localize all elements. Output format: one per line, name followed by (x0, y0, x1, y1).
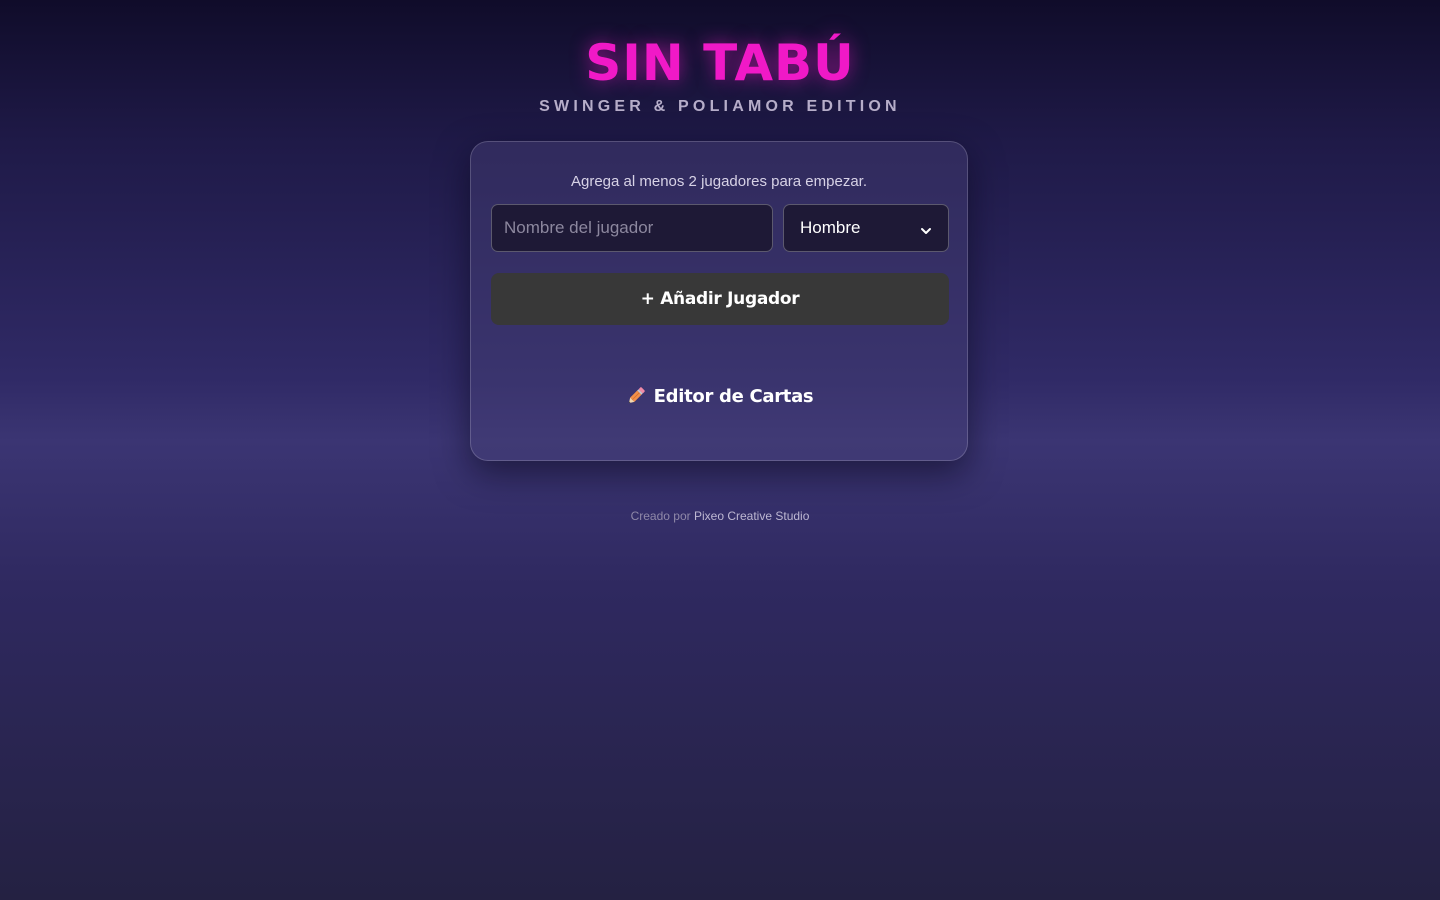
app-subtitle: SWINGER & POLIAMOR EDITION (539, 98, 901, 115)
studio-link[interactable]: Pixeo Creative Studio (694, 509, 809, 523)
player-name-input[interactable] (491, 204, 773, 252)
footer: Creado por Pixeo Creative Studio (0, 507, 1440, 525)
app-title: SIN TABÚ (585, 34, 855, 92)
card-editor-link[interactable]: Editor de Cartas (471, 381, 967, 411)
gender-select[interactable]: Hombre (783, 204, 949, 252)
footer-credit-prefix: Creado por (630, 509, 691, 523)
gender-select-value: Hombre (800, 218, 861, 237)
player-setup-card: Agrega al menos 2 jugadores para empezar… (470, 141, 968, 461)
pencil-icon (625, 385, 647, 407)
setup-instructions: Agrega al menos 2 jugadores para empezar… (570, 173, 867, 190)
app-header: SIN TABÚ SWINGER & POLIAMOR EDITION (0, 30, 1440, 118)
add-player-button[interactable]: + Añadir Jugador (491, 273, 949, 325)
card-editor-label: Editor de Cartas (653, 385, 814, 407)
chevron-down-icon (920, 222, 932, 234)
